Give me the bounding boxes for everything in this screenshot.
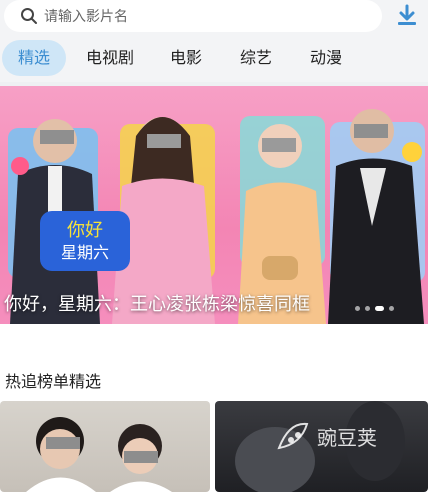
tab-tv-series[interactable]: 电视剧 [82, 40, 138, 76]
watermark-text: 豌豆荚 [317, 425, 377, 450]
svg-text:星期六: 星期六 [61, 243, 109, 262]
search-placeholder[interactable]: 请输入影片名 [44, 6, 128, 26]
search-icon [20, 7, 38, 25]
tab-featured[interactable]: 精选 [2, 40, 66, 76]
pea-logo-icon [275, 418, 311, 454]
drama-card[interactable] [0, 401, 210, 492]
search-bar[interactable]: 请输入影片名 [4, 0, 382, 32]
tab-variety[interactable]: 综艺 [234, 40, 278, 76]
carousel-dots [355, 306, 394, 311]
carousel-dot[interactable] [365, 306, 370, 311]
svg-text:你好: 你好 [67, 220, 103, 241]
tab-anime[interactable]: 动漫 [304, 40, 348, 76]
section-title: 热追榜单精选 [5, 372, 102, 391]
tab-movies[interactable]: 电影 [164, 40, 208, 76]
hero-banner[interactable]: 你好 星期六 你好，星期六：王心凌张栋梁惊喜同框 [0, 86, 428, 324]
carousel-dot[interactable] [389, 306, 394, 311]
banner-caption[interactable]: 你好，星期六：王心凌张栋梁惊喜同框 [4, 290, 310, 316]
watermark: 豌豆荚 [275, 418, 377, 454]
banner-illustration: 你好 星期六 [8, 109, 425, 324]
carousel-dot-active[interactable] [375, 306, 384, 311]
drama-thumbnail [26, 417, 172, 492]
category-tabs: 精选 电视剧 电影 综艺 动漫 [0, 40, 428, 76]
carousel-dot[interactable] [355, 306, 360, 311]
download-icon[interactable] [395, 4, 419, 28]
